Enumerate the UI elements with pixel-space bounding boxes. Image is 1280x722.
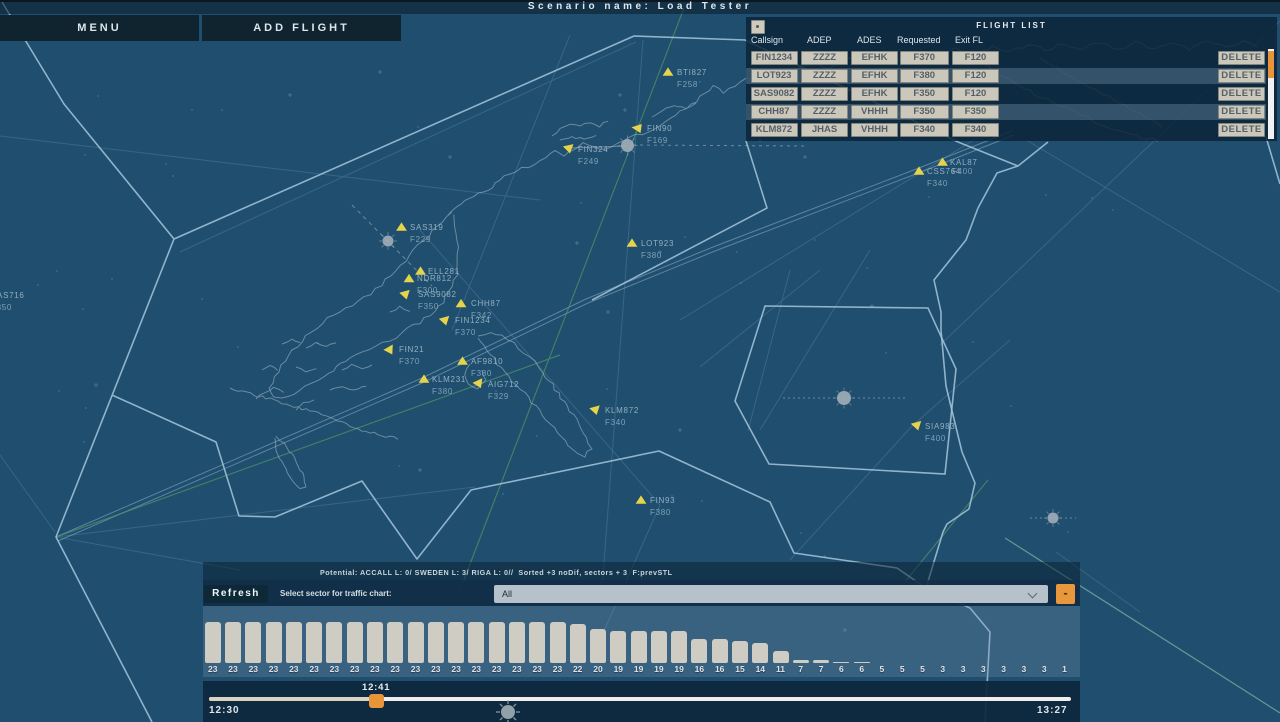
svg-text:F249: F249 (578, 157, 599, 166)
svg-text:FIN324: FIN324 (578, 145, 608, 154)
svg-text:F380: F380 (432, 387, 453, 396)
svg-text:SAS9082: SAS9082 (418, 290, 457, 299)
svg-text:F400: F400 (952, 167, 973, 176)
svg-text:F340: F340 (927, 179, 948, 188)
svg-text:FIN93: FIN93 (650, 496, 675, 505)
svg-text:F258: F258 (677, 80, 698, 89)
svg-text:F380: F380 (641, 251, 662, 260)
svg-text:F380: F380 (471, 369, 492, 378)
svg-text:NDR812: NDR812 (417, 274, 452, 283)
svg-text:FIN90: FIN90 (647, 124, 672, 133)
svg-text:F380: F380 (650, 508, 671, 517)
svg-text:FIN1234: FIN1234 (455, 316, 491, 325)
svg-text:F350: F350 (418, 302, 439, 311)
svg-text:F350: F350 (0, 303, 12, 312)
svg-text:KLM872: KLM872 (605, 406, 639, 415)
svg-text:KLM231: KLM231 (432, 375, 466, 384)
svg-text:F329: F329 (488, 392, 509, 401)
svg-text:F370: F370 (455, 328, 476, 337)
svg-text:F229: F229 (410, 235, 431, 244)
svg-text:CHH87: CHH87 (471, 299, 501, 308)
svg-text:F340: F340 (605, 418, 626, 427)
svg-text:KAL87: KAL87 (950, 158, 978, 167)
svg-text:FIN21: FIN21 (399, 345, 424, 354)
svg-text:F400: F400 (925, 434, 946, 443)
svg-text:SAS716: SAS716 (0, 291, 25, 300)
svg-text:F370: F370 (399, 357, 420, 366)
svg-text:LOT923: LOT923 (641, 239, 674, 248)
svg-text:BTI827: BTI827 (677, 68, 707, 77)
svg-text:AIG712: AIG712 (488, 380, 519, 389)
svg-text:SIA983: SIA983 (925, 422, 955, 431)
svg-text:SAS319: SAS319 (410, 223, 444, 232)
svg-text:F169: F169 (647, 136, 668, 145)
svg-text:AF9810: AF9810 (471, 357, 503, 366)
